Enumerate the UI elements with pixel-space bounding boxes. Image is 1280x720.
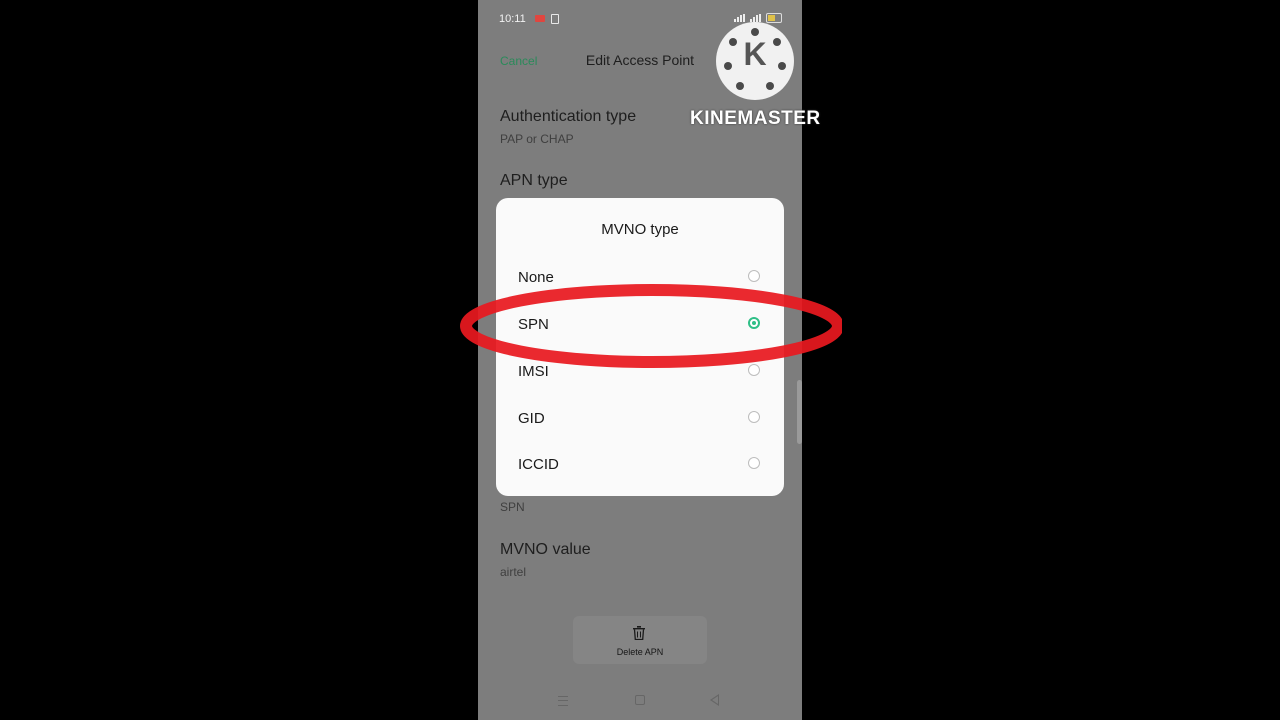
- kinemaster-logo: K: [716, 22, 794, 100]
- highlight-ellipse: [460, 284, 842, 368]
- kinemaster-watermark: KINEMASTER: [690, 108, 821, 129]
- logo-letter: K: [743, 36, 767, 72]
